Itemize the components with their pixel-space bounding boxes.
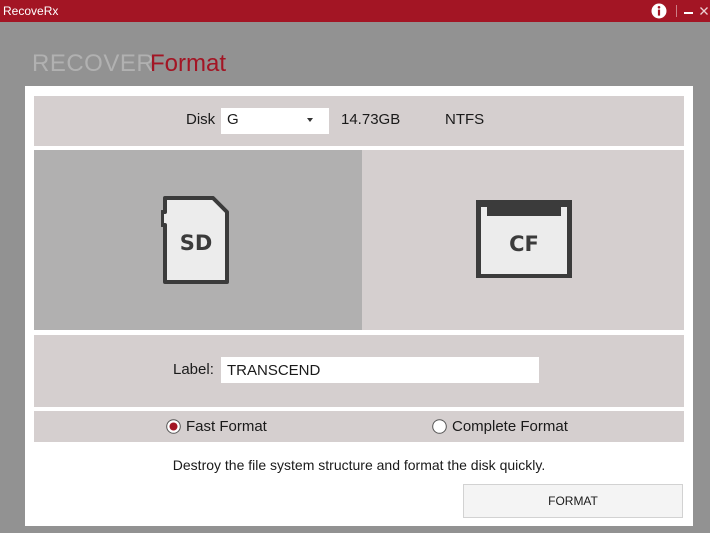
volume-label-bar: Label:	[34, 335, 684, 407]
app-window: RecoveRx RECOVER Format Disk G 14.73GB N…	[0, 0, 710, 533]
format-button[interactable]: FORMAT	[463, 484, 683, 518]
close-icon[interactable]	[699, 5, 709, 17]
info-icon[interactable]	[651, 3, 667, 19]
nav-tab-recover[interactable]: RECOVER	[32, 50, 154, 78]
format-panel: Disk G 14.73GB NTFS SD CF Label: TRANSCE…	[25, 86, 693, 526]
dropdown-arrow-icon	[307, 118, 313, 122]
sd-card-text: SD	[180, 231, 213, 255]
volume-label-input[interactable]	[221, 357, 539, 383]
cf-card-icon: CF	[476, 200, 572, 278]
volume-label-caption: Label:	[173, 361, 214, 378]
window-title: RecoveRx	[3, 4, 59, 18]
nav-tab-format[interactable]: Format	[150, 50, 226, 78]
minimize-icon[interactable]	[684, 5, 694, 17]
title-bar[interactable]: RecoveRx	[0, 0, 710, 22]
format-mode-bar: Fast Format Complete Format	[34, 411, 684, 442]
disk-filesystem: NTFS	[445, 111, 485, 128]
disk-size: 14.73GB	[341, 111, 401, 128]
radio-checked-icon	[166, 419, 181, 434]
disk-dropdown[interactable]: G	[221, 108, 329, 134]
cf-card-option[interactable]: CF	[362, 150, 684, 330]
complete-format-radio[interactable]: Complete Format	[432, 418, 592, 436]
titlebar-separator	[676, 5, 677, 17]
radio-unchecked-icon	[432, 419, 447, 434]
disk-selector-bar: Disk G 14.73GB NTFS	[34, 96, 684, 146]
disk-label: Disk	[186, 111, 216, 128]
fast-format-label: Fast Format	[186, 418, 267, 435]
complete-format-label: Complete Format	[452, 418, 568, 435]
format-description: Destroy the file system structure and fo…	[172, 457, 546, 473]
cf-card-text: CF	[509, 232, 539, 256]
sd-card-option[interactable]: SD	[34, 150, 362, 330]
sd-card-icon: SD	[161, 196, 229, 284]
fast-format-radio[interactable]: Fast Format	[166, 418, 286, 436]
disk-dropdown-value: G	[227, 111, 239, 128]
